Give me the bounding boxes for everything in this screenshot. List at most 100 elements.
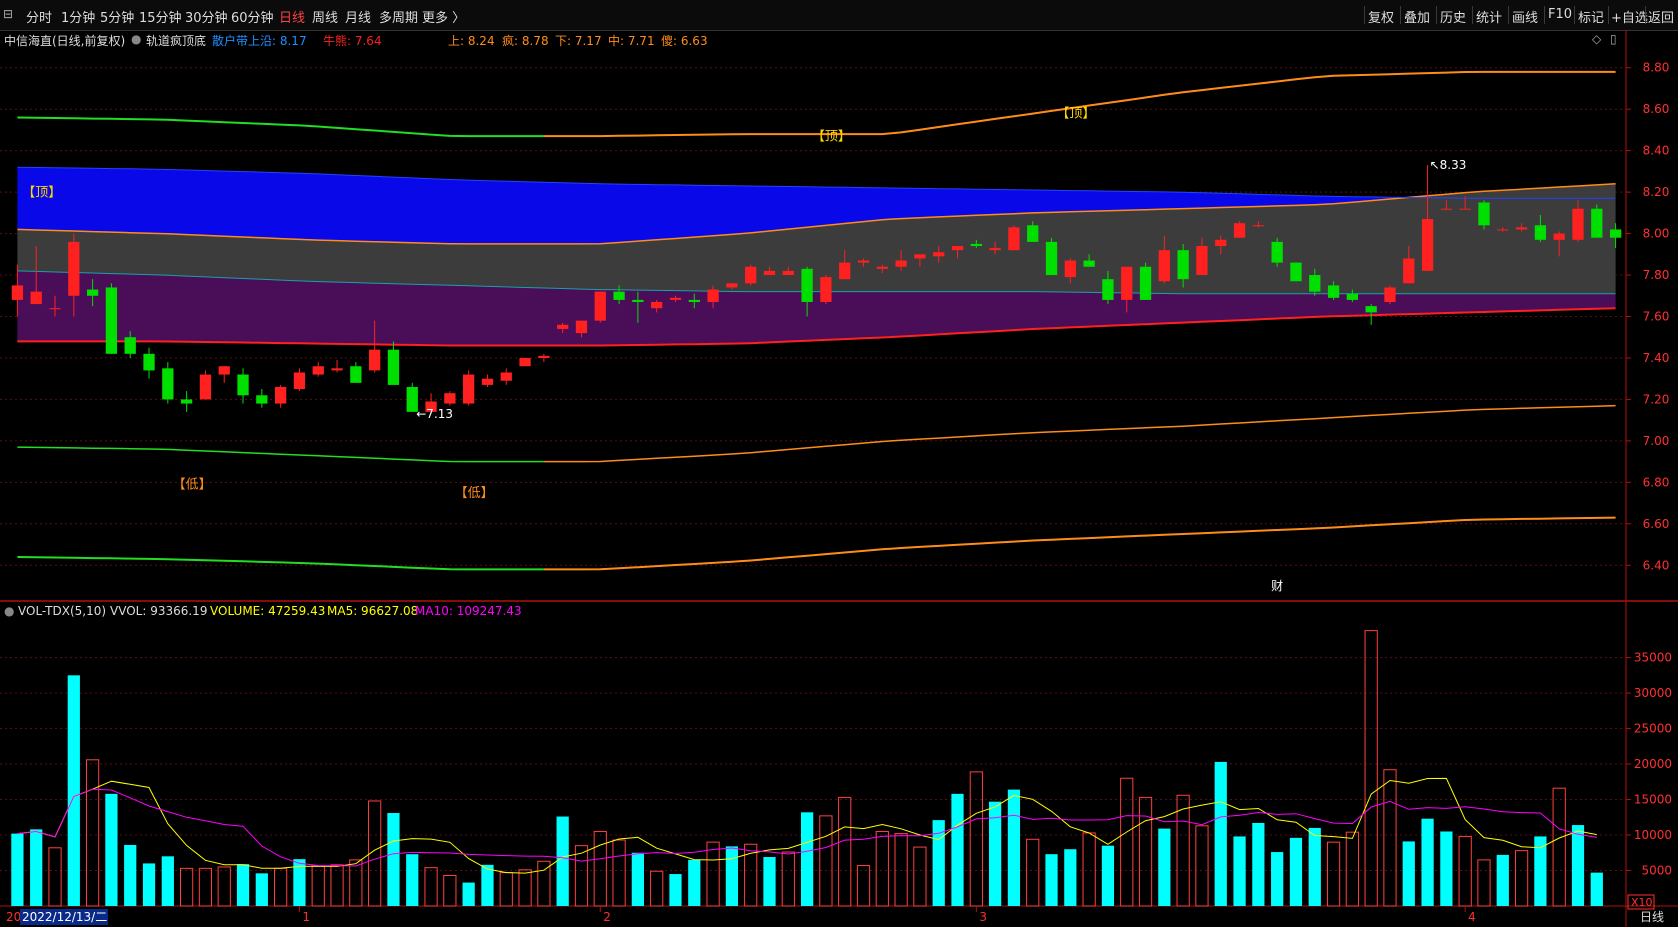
candle-body (218, 366, 230, 375)
volume-bar (650, 870, 664, 907)
volume-bar (969, 771, 983, 907)
price-tick-label: 7.40 (1643, 351, 1670, 365)
candle-body (632, 299, 644, 302)
candle-body (463, 374, 475, 404)
volume-bar (537, 860, 551, 907)
volume-bar (1440, 831, 1453, 906)
candle-body (1290, 262, 1302, 282)
volume-bar (1477, 859, 1491, 907)
volume-bar (1590, 872, 1603, 906)
volume-bar (1571, 825, 1585, 906)
volume-bar (1082, 832, 1096, 907)
window-menu-icon[interactable]: ⊟ (3, 7, 13, 21)
period-fenshi[interactable]: 分时 (26, 7, 52, 26)
candle-body (1158, 250, 1170, 282)
volume-tick-label: 15000 (1634, 793, 1672, 807)
volume-bar (1195, 825, 1209, 907)
volume-bar (819, 815, 833, 907)
candle-body (1008, 227, 1020, 251)
month-label: 1 (302, 910, 310, 924)
statistics-button[interactable]: 统计 (1476, 7, 1502, 26)
candle-body (951, 246, 964, 251)
price-tick-label: 7.00 (1643, 434, 1670, 448)
volume-bar (631, 852, 644, 906)
price-tick-label: 7.80 (1643, 268, 1670, 282)
candle-body (1045, 241, 1058, 276)
fuquan-button[interactable]: 复权 (1368, 7, 1394, 26)
price-volume-chart[interactable]: 6.40 6.60 6.80 7.00 7.20 7.40 7.60 7.80 8.00 8.20… (0, 30, 1678, 927)
month-label: 2 (603, 910, 611, 924)
candle-body (1553, 233, 1565, 240)
volume-bar (574, 845, 589, 907)
candle-body (688, 299, 700, 302)
low-marker: 【低】 (455, 486, 494, 501)
period-5min[interactable]: 5分钟 (100, 7, 134, 26)
candle-body (613, 291, 625, 300)
period-1min[interactable]: 1分钟 (61, 7, 95, 26)
candle-body (1440, 208, 1453, 210)
period-30min[interactable]: 30分钟 (185, 7, 228, 26)
volume-tick-label: 25000 (1634, 722, 1672, 736)
draw-line-button[interactable]: 画线 (1512, 7, 1538, 26)
volume-bar (236, 864, 250, 906)
volume-bar (1402, 841, 1415, 906)
volume-bar (349, 859, 363, 907)
price-tick-label: 8.20 (1643, 185, 1670, 199)
volume-bar (1534, 836, 1547, 906)
volume-bar (217, 866, 231, 907)
volume-bar (462, 882, 475, 906)
history-button[interactable]: 历史 (1440, 7, 1466, 26)
candle-body (1177, 250, 1189, 280)
volume-bar (1345, 831, 1359, 907)
f10-button[interactable]: F10 (1548, 7, 1572, 22)
volume-tick-label: 5000 (1641, 864, 1672, 878)
period-daily[interactable]: 日线 (279, 7, 305, 26)
volume-bar (1496, 854, 1509, 906)
candle-body (1139, 266, 1152, 300)
volume-bar (124, 844, 137, 906)
candle-body (1252, 225, 1264, 227)
candle-body (331, 368, 343, 371)
candle-body (274, 386, 287, 404)
candle-body (444, 393, 456, 404)
volume-bar (424, 867, 438, 907)
period-more[interactable]: 更多 〉 (422, 7, 465, 26)
date-cursor-label: 2022/12/13/二 (22, 910, 107, 924)
candle-body (49, 308, 61, 310)
candle-body (989, 248, 1001, 251)
volume-bar (1007, 789, 1021, 906)
candle-body (726, 283, 738, 288)
candle-body (1271, 241, 1283, 263)
mark-button[interactable]: 标记 (1578, 7, 1604, 26)
candle-body (669, 297, 682, 300)
volume-bar (406, 854, 419, 906)
silly-line-early (17, 556, 544, 571)
period-15min[interactable]: 15分钟 (139, 7, 182, 26)
volume-bar (1064, 849, 1077, 906)
candle-body (1534, 225, 1547, 240)
volume-bar (612, 839, 626, 907)
candle-body (500, 372, 512, 381)
price-tick-label: 8.00 (1643, 227, 1670, 241)
candle-body (895, 260, 907, 267)
volume-bar (30, 829, 43, 906)
back-button[interactable]: 返回 (1648, 7, 1674, 26)
volume-bar (1421, 818, 1434, 906)
add-watchlist-button[interactable]: +自选 (1611, 7, 1648, 26)
candle-body (1403, 258, 1415, 284)
period-multi[interactable]: 多周期 (379, 7, 418, 26)
period-60min[interactable]: 60分钟 (231, 7, 274, 26)
period-monthly[interactable]: 月线 (345, 7, 371, 26)
period-weekly[interactable]: 周线 (312, 7, 338, 26)
candle-body (575, 320, 588, 334)
price-tick-label: 8.60 (1643, 102, 1670, 116)
max-price-label: ↖8.33 (1430, 158, 1467, 172)
volume-bar (1289, 837, 1303, 906)
candle-body (782, 270, 794, 276)
low-marker: 【低】 (173, 478, 212, 493)
overlay-button[interactable]: 叠加 (1404, 7, 1430, 26)
volume-bar (180, 867, 194, 907)
candle-body (1346, 293, 1359, 300)
candle-body (839, 262, 851, 280)
price-tick-label: 6.80 (1643, 475, 1670, 489)
